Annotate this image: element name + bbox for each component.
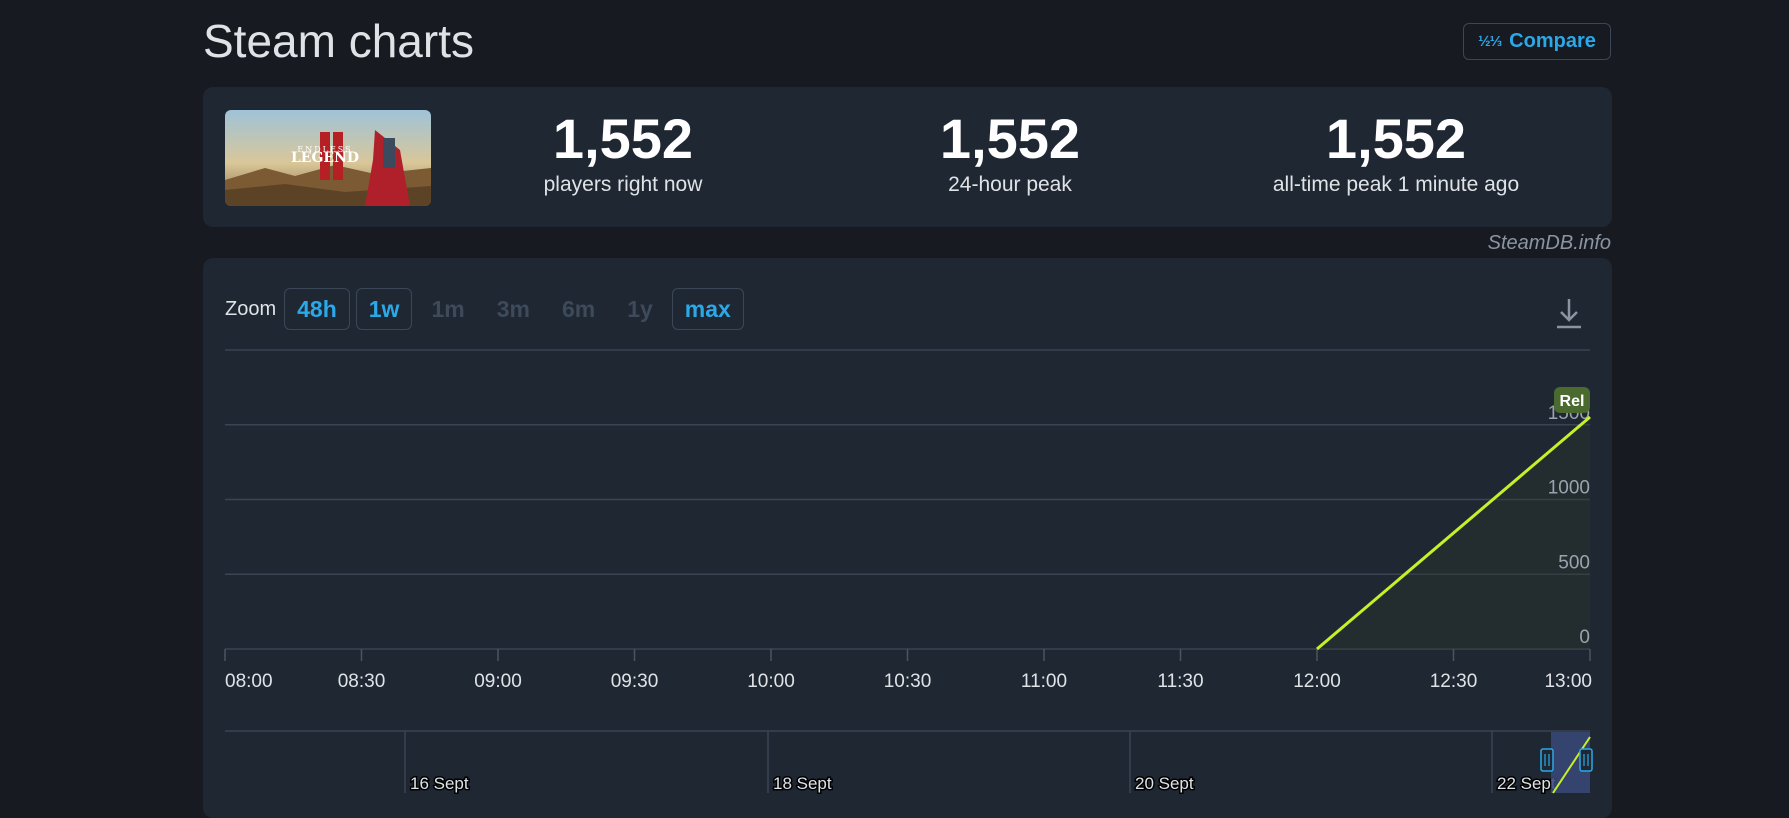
page-title: Steam charts (203, 14, 474, 68)
x-tick-label: 12:00 (1293, 671, 1341, 692)
compare-button[interactable]: ½⅓ Compare (1463, 23, 1611, 60)
y-tick-label: 500 (1558, 552, 1590, 573)
x-tick-label: 11:00 (1021, 671, 1067, 692)
stat-value: 1,552 (463, 109, 783, 169)
chart-navigator[interactable]: 16 Sept 18 Sept 20 Sept 22 Sept (225, 731, 1592, 793)
stat-label: 24-hour peak (850, 173, 1170, 197)
stat-players-now: 1,552 players right now (463, 109, 783, 197)
stats-panel: ENDLESS LEGEND 1,552 players right now 1… (203, 87, 1612, 227)
x-tick-label: 08:00 (225, 671, 273, 692)
x-tick-label: 09:00 (474, 671, 522, 692)
stat-all-time-peak: 1,552 all-time peak 1 minute ago (1236, 109, 1556, 197)
game-thumbnail[interactable]: ENDLESS LEGEND (225, 110, 431, 206)
navigator-handle-right[interactable] (1580, 749, 1592, 771)
x-tick-label: 11:30 (1157, 671, 1203, 692)
stat-24h-peak: 1,552 24-hour peak (850, 109, 1170, 197)
x-tick-label: 09:30 (611, 671, 659, 692)
stat-label: players right now (463, 173, 783, 197)
navigator-label: 18 Sept (773, 774, 832, 793)
stat-value: 1,552 (1236, 109, 1556, 169)
navigator-label: 22 Sept (1497, 774, 1556, 793)
fractions-icon: ½⅓ (1478, 33, 1501, 50)
chart-annotation: Rel (1554, 387, 1590, 413)
y-tick-label: 1000 (1548, 478, 1590, 499)
navigator-label: 16 Sept (410, 774, 469, 793)
x-tick-label: 12:30 (1430, 671, 1478, 692)
thumbnail-title: LEGEND (291, 150, 359, 166)
x-tick-label: 13:00 (1544, 671, 1592, 692)
player-count-chart[interactable]: 050010001500 08:0008:3009:0009:3010:0010… (203, 258, 1612, 808)
y-tick-label: 0 (1579, 627, 1590, 648)
compare-label: Compare (1509, 30, 1596, 53)
annotation-label: Rel (1560, 393, 1585, 410)
stat-value: 1,552 (850, 109, 1170, 169)
navigator-handle-left[interactable] (1541, 749, 1553, 771)
navigator-label: 20 Sept (1135, 774, 1194, 793)
x-tick-label: 08:30 (338, 671, 386, 692)
watermark: SteamDB.info (1488, 232, 1611, 255)
x-tick-label: 10:00 (747, 671, 795, 692)
x-axis-ticks: 08:00 08:30 09:00 09:30 10:00 10:30 11:00 11:30… (225, 649, 1592, 692)
x-tick-label: 10:30 (884, 671, 932, 692)
chart-panel: Zoom 48h 1w 1m 3m 6m 1y max 050010001500… (203, 258, 1612, 818)
stat-label: all-time peak 1 minute ago (1236, 173, 1556, 197)
